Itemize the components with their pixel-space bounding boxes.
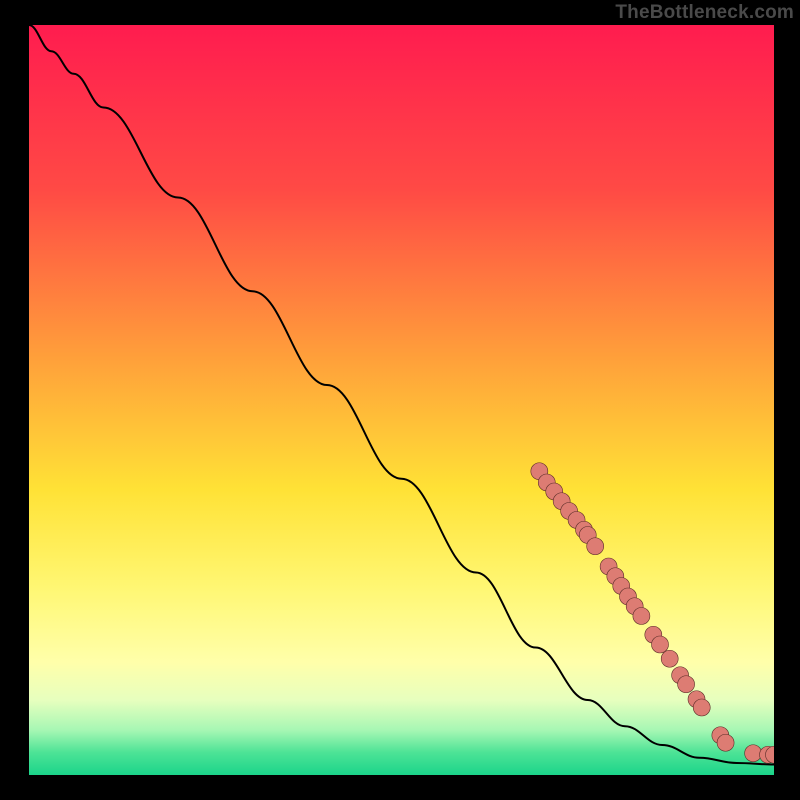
data-marker xyxy=(633,608,650,625)
data-marker xyxy=(745,745,762,762)
data-marker xyxy=(717,734,734,751)
data-marker xyxy=(661,650,678,667)
watermark-text: TheBottleneck.com xyxy=(615,2,794,24)
plot-area xyxy=(29,25,774,775)
chart-container: TheBottleneck.com xyxy=(0,0,800,800)
data-marker xyxy=(678,676,695,693)
data-marker xyxy=(693,699,710,716)
data-marker xyxy=(587,538,604,555)
plot-svg xyxy=(29,25,774,775)
data-marker xyxy=(652,636,669,653)
